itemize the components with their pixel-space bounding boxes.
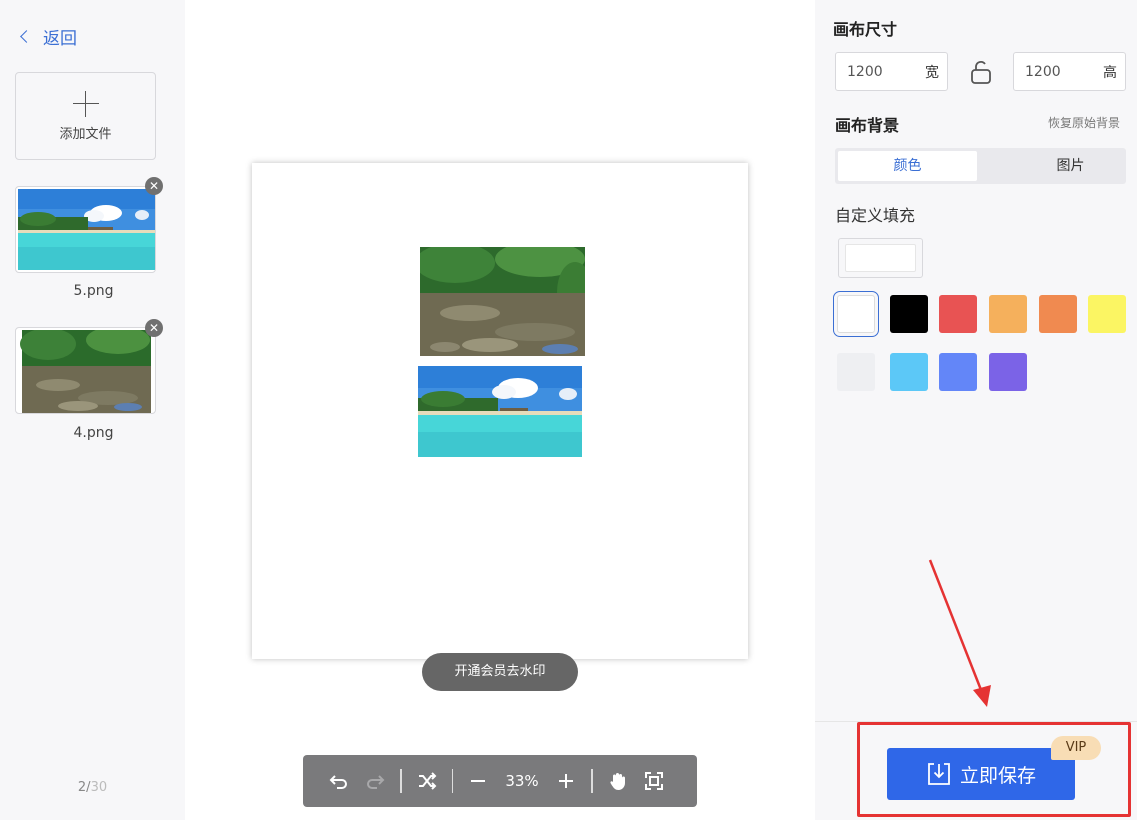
remove-watermark-button[interactable]: 开通会员去水印 xyxy=(422,653,578,691)
file-counter: 2/30 xyxy=(0,780,185,795)
file-thumbnail-4[interactable] xyxy=(15,327,156,414)
tab-image[interactable]: 图片 xyxy=(1001,151,1137,181)
color-swatch[interactable] xyxy=(890,295,928,333)
back-label: 返回 xyxy=(43,29,77,49)
annotation-arrow xyxy=(928,559,991,707)
color-swatch[interactable] xyxy=(1039,295,1077,333)
forest-stream-image[interactable] xyxy=(420,247,585,356)
canvas-toolbar: 33% xyxy=(303,755,697,807)
file-sidebar: 返回 添加文件 ✕ 5.png ✕ 4.png 2/30 xyxy=(0,0,185,820)
forest-thumbnail-image xyxy=(20,330,151,413)
toolbar-divider xyxy=(451,769,453,793)
shuffle-icon[interactable] xyxy=(409,763,445,799)
zoom-in-icon[interactable] xyxy=(548,763,584,799)
color-swatch[interactable] xyxy=(890,353,928,391)
canvas-workspace: 开通会员去水印 33% xyxy=(185,0,815,820)
add-file-button[interactable]: 添加文件 xyxy=(15,72,156,160)
custom-color-picker[interactable] xyxy=(838,238,923,278)
redo-icon[interactable] xyxy=(357,763,393,799)
undo-icon[interactable] xyxy=(321,763,357,799)
width-unit: 宽 xyxy=(925,64,939,81)
tab-color[interactable]: 颜色 xyxy=(838,151,977,181)
vip-badge: VIP xyxy=(1051,736,1101,760)
file-thumbnail-5[interactable] xyxy=(15,186,156,273)
color-swatch[interactable] xyxy=(989,353,1027,391)
remove-file-4-icon[interactable]: ✕ xyxy=(145,319,163,337)
width-value: 1200 xyxy=(847,63,883,80)
file-name-4: 4.png xyxy=(73,425,114,441)
height-unit: 高 xyxy=(1103,64,1117,81)
height-input[interactable]: 1200 高 xyxy=(1013,52,1126,91)
canvas-background-title: 画布背景 xyxy=(835,116,900,135)
toolbar-divider xyxy=(400,769,402,793)
beach-thumbnail-image xyxy=(18,189,155,270)
color-swatch[interactable] xyxy=(939,353,977,391)
properties-panel: 画布尺寸 1200 宽 1200 高 画布背景 恢复原始背景 颜色 图片 自定义… xyxy=(815,0,1137,820)
restore-background-link[interactable]: 恢复原始背景 xyxy=(1048,114,1120,131)
counter-current: 2 xyxy=(77,780,87,795)
beach-seascape-image[interactable] xyxy=(418,366,582,457)
collage-canvas[interactable] xyxy=(252,163,748,659)
toolbar-divider xyxy=(591,769,593,793)
canvas-size-title: 画布尺寸 xyxy=(833,20,898,39)
remove-file-5-icon[interactable]: ✕ xyxy=(145,177,163,195)
color-swatch[interactable] xyxy=(939,295,977,333)
zoom-level: 33% xyxy=(505,772,539,790)
background-type-tabs: 颜色 图片 xyxy=(835,148,1126,184)
save-label: 立即保存 xyxy=(959,764,1036,787)
color-swatch[interactable] xyxy=(1088,295,1126,333)
custom-fill-label: 自定义填充 xyxy=(835,206,916,225)
fit-screen-icon[interactable] xyxy=(636,763,672,799)
add-file-label: 添加文件 xyxy=(59,126,112,142)
hand-icon[interactable] xyxy=(600,763,636,799)
plus-icon xyxy=(72,90,99,117)
color-swatch[interactable] xyxy=(837,353,875,391)
back-button[interactable]: 返回 xyxy=(18,24,77,49)
counter-total: 30 xyxy=(90,780,108,795)
file-name-5: 5.png xyxy=(73,283,114,299)
save-now-button[interactable]: 立即保存 xyxy=(887,748,1075,800)
color-swatch[interactable] xyxy=(989,295,1027,333)
color-swatch[interactable] xyxy=(833,291,879,337)
unlock-icon[interactable] xyxy=(970,60,992,84)
height-value: 1200 xyxy=(1025,63,1061,80)
chevron-left-icon xyxy=(20,30,33,43)
width-input[interactable]: 1200 宽 xyxy=(835,52,948,91)
download-icon xyxy=(928,763,950,785)
zoom-out-icon[interactable] xyxy=(460,763,496,799)
custom-color-preview xyxy=(845,244,916,272)
